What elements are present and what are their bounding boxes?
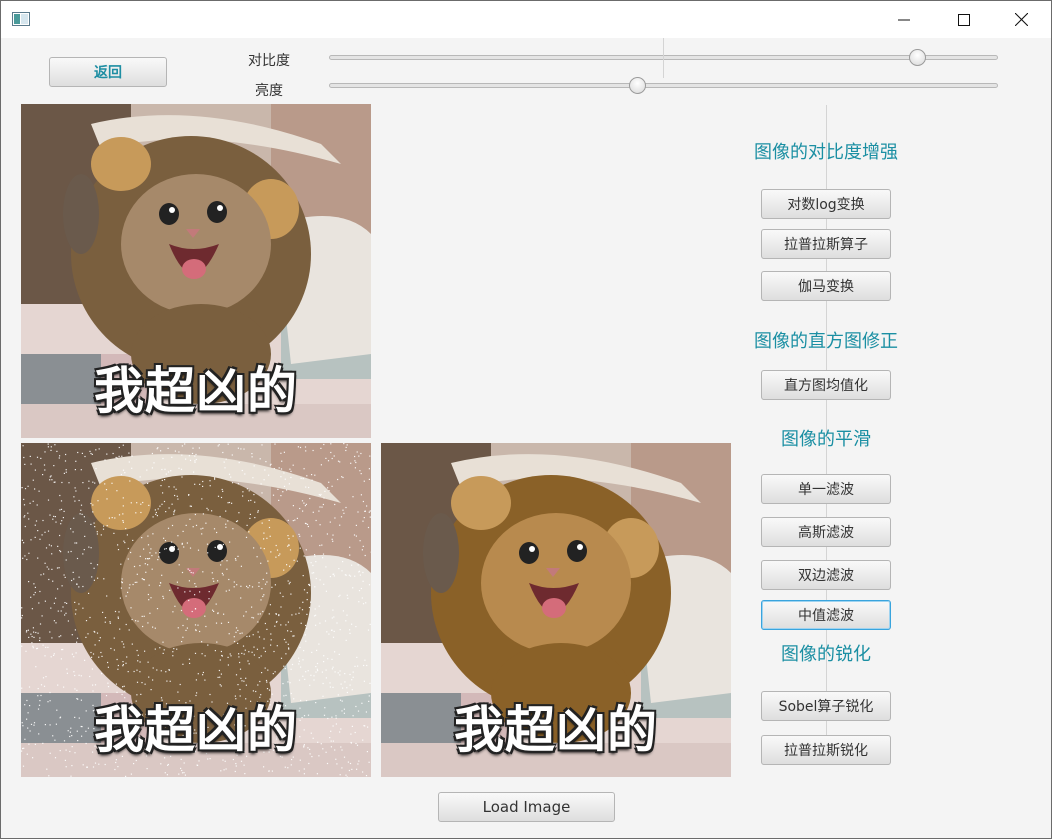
laplacian-operator-button[interactable]: 拉普拉斯算子 <box>761 229 891 259</box>
gaussian-filter-button[interactable]: 高斯滤波 <box>761 517 891 547</box>
gamma-transform-button[interactable]: 伽马变换 <box>761 271 891 301</box>
close-button[interactable] <box>998 1 1044 38</box>
maximize-icon <box>958 13 970 26</box>
back-button[interactable]: 返回 <box>49 57 167 87</box>
sobel-sharpen-button[interactable]: Sobel算子锐化 <box>761 691 891 721</box>
bilateral-filter-button[interactable]: 双边滤波 <box>761 560 891 590</box>
app-window: 返回 对比度 亮度 我超凶的 我超凶的 我超凶的 图像的对比度增强 对数log变… <box>0 0 1052 839</box>
meme-caption: 我超凶的 <box>454 701 658 759</box>
brightness-label: 亮度 <box>255 83 283 99</box>
laplacian-sharpen-button[interactable]: 拉普拉斯锐化 <box>761 735 891 765</box>
app-icon <box>12 12 30 26</box>
box-filter-button[interactable]: 单一滤波 <box>761 474 891 504</box>
smoothing-section-title: 图像的平滑 <box>781 429 871 450</box>
histogram-section-title: 图像的直方图修正 <box>754 331 898 352</box>
maximize-button[interactable] <box>941 1 987 38</box>
contrast-section-title: 图像的对比度增强 <box>754 142 898 163</box>
brightness-slider-track[interactable] <box>329 83 998 88</box>
log-transform-button[interactable]: 对数log变换 <box>761 189 891 219</box>
minimize-button[interactable] <box>881 1 927 38</box>
close-icon <box>1014 13 1028 26</box>
median-filter-button[interactable]: 中值滤波 <box>761 600 891 630</box>
contrast-label: 对比度 <box>248 53 290 69</box>
load-image-button[interactable]: Load Image <box>438 792 615 822</box>
pane-divider <box>663 38 664 78</box>
sharpen-section-title: 图像的锐化 <box>781 644 871 665</box>
minimize-icon <box>898 19 910 20</box>
processed-image-view: 我超凶的 <box>381 443 731 777</box>
noisy-image-view: 我超凶的 <box>21 443 371 777</box>
meme-caption: 我超凶的 <box>94 701 298 759</box>
brightness-slider-thumb[interactable] <box>629 77 646 94</box>
title-bar <box>1 1 1051 38</box>
histogram-equalize-button[interactable]: 直方图均值化 <box>761 370 891 400</box>
contrast-slider-thumb[interactable] <box>909 49 926 66</box>
original-image-view: 我超凶的 <box>21 104 371 438</box>
meme-caption: 我超凶的 <box>94 362 298 420</box>
